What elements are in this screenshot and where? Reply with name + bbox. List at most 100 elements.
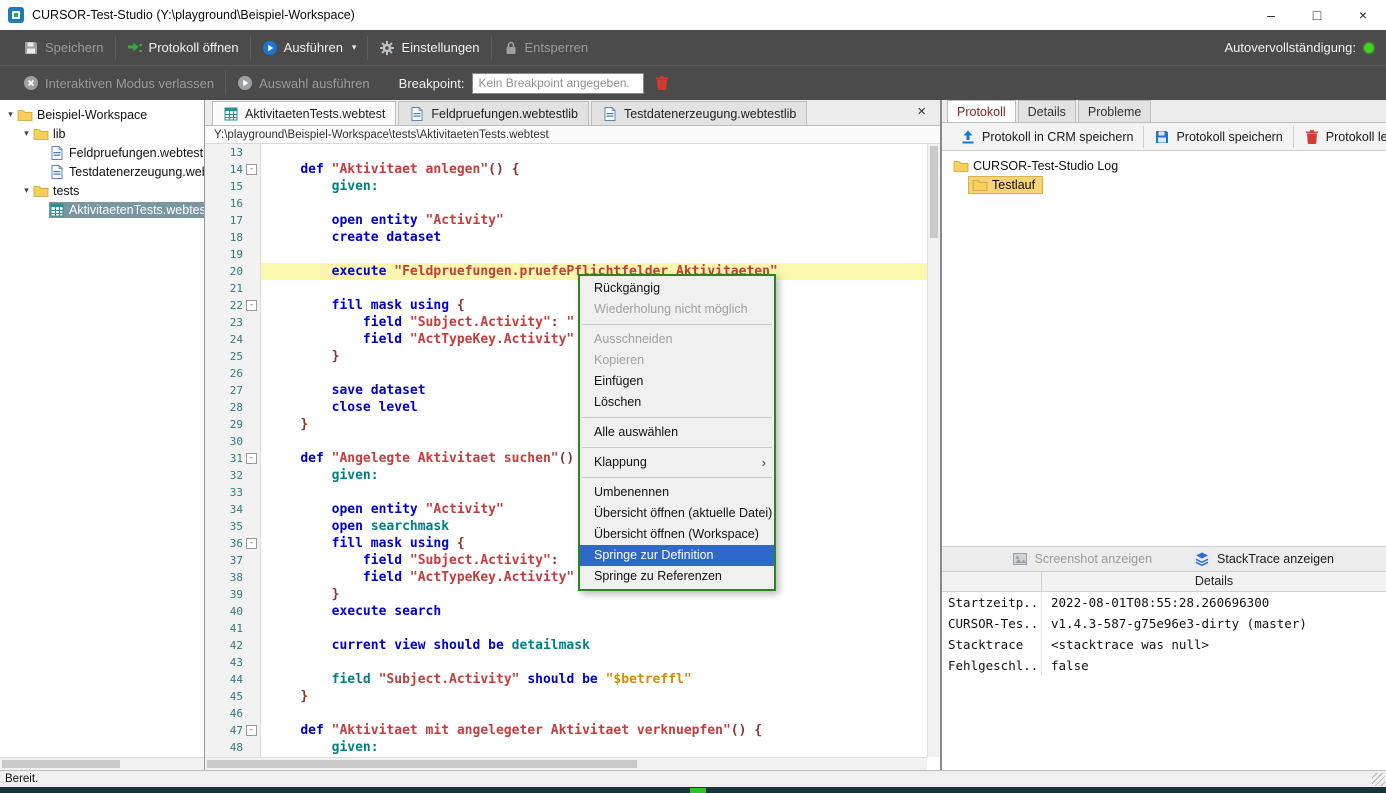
autocomplete-label: Autovervollständigung: <box>1224 40 1356 55</box>
code-token <box>269 536 332 551</box>
expander-icon[interactable]: ▾ <box>4 109 17 120</box>
log-tree-item-testlauf[interactable]: Testlauf <box>942 175 1386 194</box>
code-line-text[interactable] <box>261 246 927 263</box>
fold-collapse-icon[interactable]: - <box>246 300 257 311</box>
code-editor[interactable]: 1314- def "Aktivitaet anlegen"() {15 giv… <box>205 144 940 770</box>
close-button[interactable]: × <box>1340 0 1386 30</box>
code-line: 41 <box>205 620 927 637</box>
unlock-button: Entsperren <box>492 36 600 60</box>
explorer-hscroll-thumb[interactable] <box>2 760 120 768</box>
menu-item-springe-zur-definition[interactable]: Springe zur Definition <box>580 545 774 566</box>
line-gutter: 27 <box>205 382 261 399</box>
code-line-text[interactable]: given: <box>261 178 927 195</box>
code-line-text[interactable] <box>261 195 927 212</box>
menu-item-kopieren: Kopieren <box>580 350 774 371</box>
expander-icon[interactable]: ▾ <box>20 185 33 196</box>
breakpoint-input[interactable] <box>472 73 644 94</box>
log-tab-protokoll[interactable]: Protokoll <box>947 100 1016 122</box>
log-tab-details[interactable]: Details <box>1018 100 1076 122</box>
code-line-text[interactable]: given: <box>261 739 927 756</box>
clear-log-button[interactable]: Protokoll leeren <box>1294 126 1386 148</box>
explorer-item-aktivitaetentests-webtest[interactable]: AktivitaetenTests.webtest <box>0 200 204 219</box>
save-log-to-crm-button[interactable]: Protokoll in CRM speichern <box>950 126 1144 148</box>
delete-breakpoint-button[interactable] <box>654 75 670 91</box>
minimize-button[interactable]: – <box>1248 0 1294 30</box>
line-gutter: 17 <box>205 212 261 229</box>
menu-item-klappung[interactable]: Klappung› <box>580 452 774 473</box>
explorer-item-lib[interactable]: ▾lib <box>0 124 204 143</box>
code-line-text[interactable]: } <box>261 688 927 705</box>
line-number: 32 <box>230 467 243 484</box>
editor-vscroll-thumb[interactable] <box>930 146 938 238</box>
stacktrace-toggle-button[interactable]: StackTrace anzeigen <box>1194 551 1334 567</box>
editor-tab-feldpruefungen-webtestlib[interactable]: Feldpruefungen.webtestlib <box>398 101 589 125</box>
menu-item-umbenennen[interactable]: Umbenennen <box>580 482 774 503</box>
fold-collapse-icon[interactable]: - <box>246 538 257 549</box>
code-line-text[interactable] <box>261 620 927 637</box>
menu-item-ubersicht-offnen-aktuelle-datei[interactable]: Übersicht öffnen (aktuelle Datei) <box>580 503 774 524</box>
code-token: "Subject.Activity" <box>410 553 551 568</box>
code-line-text[interactable]: open entity "Activity" <box>261 212 927 229</box>
line-number: 26 <box>230 365 243 382</box>
code-line-text[interactable]: def "Aktivitaet anlegen"() { <box>261 161 927 178</box>
save-log-button[interactable]: Protokoll speichern <box>1144 126 1293 148</box>
log-tree-item-cursor-test-studio-log[interactable]: CURSOR-Test-Studio Log <box>942 156 1386 175</box>
editor-vertical-scrollbar[interactable] <box>927 144 940 757</box>
code-token: } <box>300 689 308 704</box>
line-number: 46 <box>230 705 243 722</box>
code-line-text[interactable]: current view should be detailmask <box>261 637 927 654</box>
menu-item-ubersicht-offnen-workspace[interactable]: Übersicht öffnen (Workspace) <box>580 524 774 545</box>
menu-item-springe-zu-referenzen[interactable]: Springe zu Referenzen <box>580 566 774 587</box>
resize-grip[interactable] <box>1372 773 1385 786</box>
line-number: 24 <box>230 331 243 348</box>
code-line-text[interactable]: execute search <box>261 603 927 620</box>
code-token: "Subject.Activity" <box>410 315 551 330</box>
log-panel-tab-bar: ProtokollDetailsProbleme <box>942 100 1386 123</box>
code-token: def <box>300 162 323 177</box>
menu-item-loschen[interactable]: Löschen <box>580 392 774 413</box>
fold-spacer <box>246 555 257 566</box>
code-token: () { <box>488 162 519 177</box>
editor-horizontal-scrollbar[interactable] <box>205 757 927 770</box>
line-gutter: 45 <box>205 688 261 705</box>
code-line-text[interactable]: field "Subject.Activity" should be "$bet… <box>261 671 927 688</box>
code-line: 28 close level <box>205 399 927 416</box>
leave-interactive-icon <box>23 75 39 91</box>
code-token: } <box>332 349 340 364</box>
editor-close-tab-icon[interactable]: × <box>917 103 926 120</box>
code-line-text[interactable] <box>261 705 927 722</box>
code-token <box>559 553 567 568</box>
code-token <box>418 213 426 228</box>
log-tab-probleme[interactable]: Probleme <box>1078 100 1152 122</box>
code-line-text[interactable] <box>261 654 927 671</box>
maximize-button[interactable]: □ <box>1294 0 1340 30</box>
run-button[interactable]: Ausführen▾ <box>251 36 369 60</box>
menu-item-einfugen[interactable]: Einfügen <box>580 371 774 392</box>
settings-button[interactable]: Einstellungen <box>368 36 491 60</box>
fold-collapse-icon[interactable]: - <box>246 164 257 175</box>
explorer-item-tests[interactable]: ▾tests <box>0 181 204 200</box>
run-dropdown-caret-icon[interactable]: ▾ <box>352 42 357 53</box>
explorer-horizontal-scrollbar[interactable] <box>0 757 204 770</box>
editor-hscroll-thumb[interactable] <box>207 760 637 768</box>
code-line-text[interactable] <box>261 144 927 161</box>
main-toolbar: SpeichernProtokoll öffnenAusführen▾Einst… <box>0 30 1386 65</box>
code-line-text[interactable]: create dataset <box>261 229 927 246</box>
explorer-item-beispiel-workspace[interactable]: ▾Beispiel-Workspace <box>0 105 204 124</box>
menu-item-ruckgangig[interactable]: Rückgängig <box>580 278 774 299</box>
explorer-item-feldpruefungen-webtestlib[interactable]: Feldpruefungen.webtestlib <box>0 143 204 162</box>
explorer-item-testdatenerzeugung-webtestlib[interactable]: Testdatenerzeugung.webtestlib <box>0 162 204 181</box>
menu-item-alle-auswahlen[interactable]: Alle auswählen <box>580 422 774 443</box>
code-token <box>504 638 512 653</box>
line-gutter: 13 <box>205 144 261 161</box>
fold-collapse-icon[interactable]: - <box>246 453 257 464</box>
fold-collapse-icon[interactable]: - <box>246 725 257 736</box>
code-line-text[interactable]: def "Aktivitaet mit angelegeter Aktivita… <box>261 722 927 739</box>
expander-icon[interactable]: ▾ <box>20 128 33 139</box>
code-token: open entity <box>332 213 418 228</box>
open-log-button[interactable]: Protokoll öffnen <box>116 36 251 60</box>
screenshot-toggle-button: Screenshot anzeigen <box>1012 551 1152 567</box>
tree-item-content: AktivitaetenTests.webtest <box>49 202 204 218</box>
editor-tab-aktivitaetentests-webtest[interactable]: AktivitaetenTests.webtest <box>212 101 396 125</box>
editor-tab-testdatenerzeugung-webtestlib[interactable]: Testdatenerzeugung.webtestlib <box>591 101 807 125</box>
